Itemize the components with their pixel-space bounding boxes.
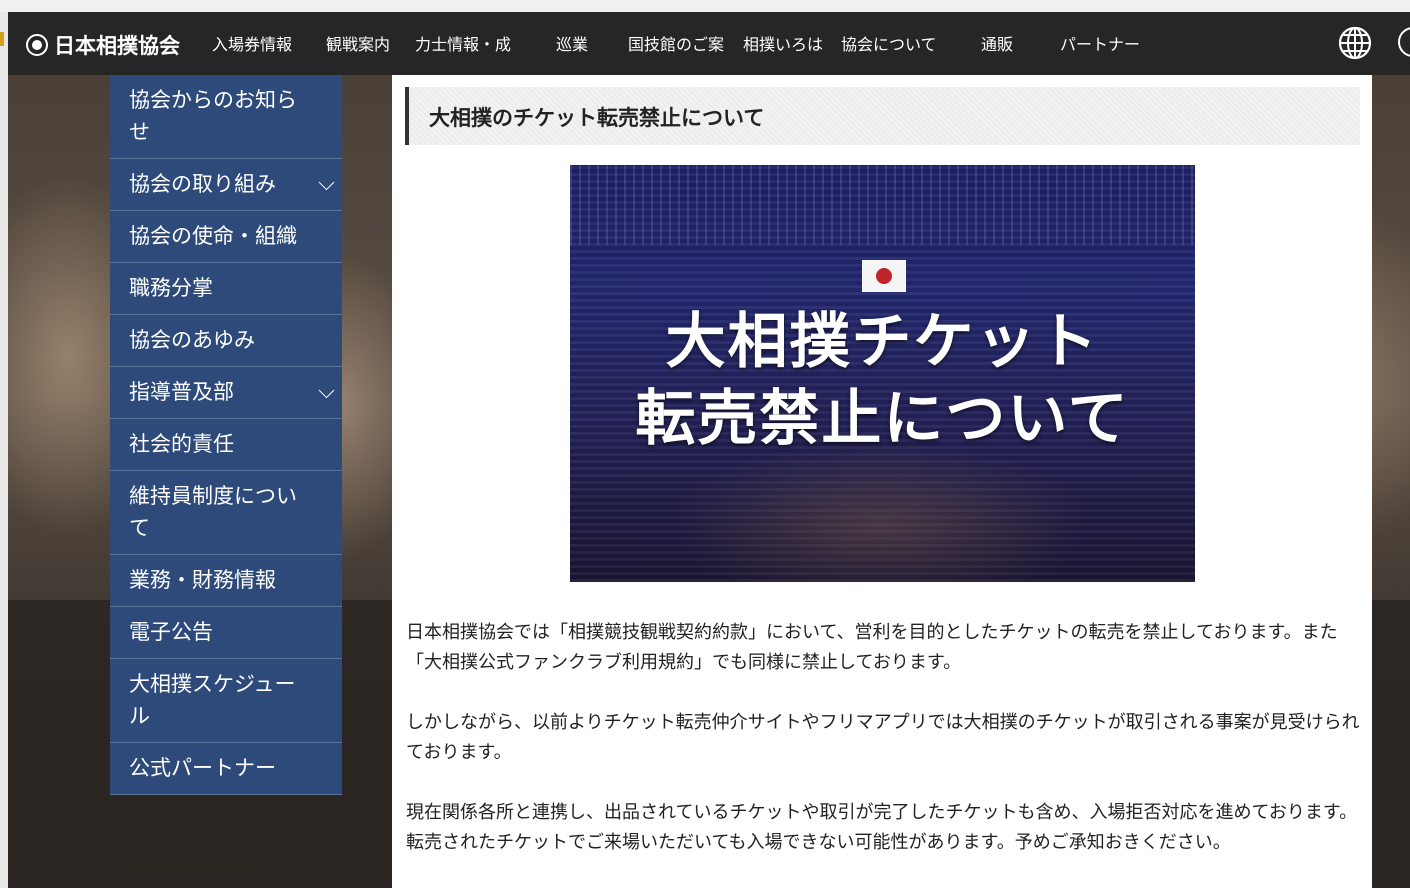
article-paragraph: しかしながら、以前よりチケット転売仲介サイトやフリマアプリでは大相撲のチケットが…: [406, 712, 1360, 763]
sidebar-item-label: 指導普及部: [129, 380, 234, 404]
sidebar-item-finance[interactable]: 業務・財務情報: [110, 555, 342, 607]
nav-item-shop[interactable]: 通販: [981, 31, 1013, 55]
sidebar-item-social-responsibility[interactable]: 社会的責任: [110, 419, 342, 471]
nav-item-kokugikan[interactable]: 国技館のご案: [628, 31, 724, 55]
sidebar-item-membership[interactable]: 維持員制度について: [110, 471, 342, 555]
nav-item-sumo-iroha[interactable]: 相撲いろは: [743, 31, 823, 55]
sidebar-item-duties[interactable]: 職務分掌: [110, 263, 342, 315]
nav-item-about[interactable]: 協会について: [841, 31, 937, 55]
nav-item-jungyo[interactable]: 巡業: [556, 31, 588, 55]
sidebar-item-label: 業務・財務情報: [129, 568, 276, 592]
window-edge: [0, 0, 8, 888]
sidebar-nav: 協会からのお知らせ 協会の取り組み 協会の使命・組織 職務分掌 協会のあゆみ 指…: [110, 75, 342, 795]
article-banner-image: 大相撲チケット 転売禁止について: [570, 165, 1195, 582]
banner-text-line2: 転売禁止について: [635, 384, 1130, 454]
sidebar-item-mission[interactable]: 協会の使命・組織: [110, 211, 342, 263]
page-title: 大相撲のチケット転売禁止について: [429, 106, 765, 130]
chevron-down-icon[interactable]: [318, 382, 335, 398]
nav-item-rikishi-info[interactable]: 力士情報・成: [415, 31, 511, 55]
search-icon[interactable]: [1398, 27, 1410, 57]
globe-icon[interactable]: [1338, 26, 1372, 60]
sidebar-item-public-notice[interactable]: 電子公告: [110, 607, 342, 659]
article-paragraph: 現在関係各所と連携し、出品されているチケットや取引が完了したチケットも含め、入場…: [406, 802, 1358, 853]
sidebar-item-schedule[interactable]: 大相撲スケジュール: [110, 659, 342, 743]
chevron-down-icon[interactable]: [318, 174, 335, 190]
article-panel: 大相撲のチケット転売禁止について 大相撲チケット 転売禁止について 日本相撲協会…: [392, 75, 1372, 888]
sidebar-item-coaching[interactable]: 指導普及部: [110, 367, 342, 419]
banner-text-line1: 大相撲チケット: [665, 307, 1100, 377]
nav-item-viewing-guide[interactable]: 観戦案内: [326, 31, 390, 55]
sidebar-item-label: 大相撲スケジュール: [129, 672, 296, 728]
sidebar-item-news[interactable]: 協会からのお知らせ: [110, 75, 342, 159]
sidebar-item-label: 電子公告: [129, 620, 213, 644]
logo-text: 日本相撲協会: [54, 33, 180, 58]
logo-emblem-icon: [26, 34, 48, 56]
sidebar-item-label: 公式パートナー: [129, 756, 276, 780]
japan-flag-icon: [862, 260, 906, 292]
sidebar-item-label: 社会的責任: [129, 432, 234, 456]
sidebar-item-initiatives[interactable]: 協会の取り組み: [110, 159, 342, 211]
sidebar-item-label: 協会からのお知らせ: [129, 88, 297, 144]
sidebar-item-label: 協会のあゆみ: [129, 328, 255, 352]
site-header: 日本相撲協会 入場券情報 観戦案内 力士情報・成 巡業 国技館のご案 相撲いろは…: [0, 0, 1410, 75]
article-title-box: 大相撲のチケット転売禁止について: [405, 87, 1360, 145]
sidebar-item-label: 維持員制度について: [129, 484, 297, 540]
article-paragraph: 日本相撲協会では「相撲競技観戦契約約款」において、営利を目的としたチケットの転売…: [406, 622, 1338, 673]
sidebar-item-label: 職務分掌: [129, 276, 213, 300]
site-logo[interactable]: 日本相撲協会: [26, 30, 180, 60]
sidebar-item-label: 協会の使命・組織: [129, 224, 297, 248]
sidebar-item-partners[interactable]: 公式パートナー: [110, 743, 342, 795]
sidebar-item-label: 協会の取り組み: [129, 172, 276, 196]
sidebar-item-history[interactable]: 協会のあゆみ: [110, 315, 342, 367]
window-edge-mark: [0, 32, 4, 46]
browser-topline: [0, 0, 1410, 12]
nav-item-partners[interactable]: パートナー: [1060, 31, 1140, 55]
banner-arena-roof: [570, 165, 1195, 245]
nav-item-tickets[interactable]: 入場券情報: [212, 31, 292, 55]
